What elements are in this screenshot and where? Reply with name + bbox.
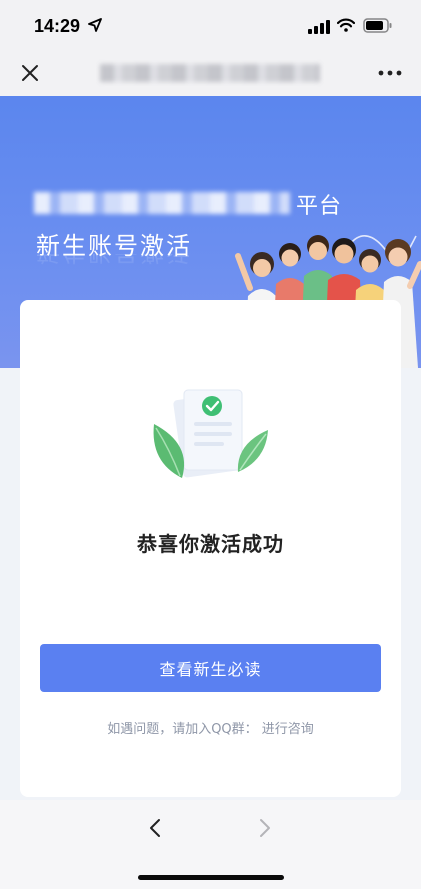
more-icon[interactable] bbox=[378, 70, 402, 76]
nav-title-redacted bbox=[100, 64, 320, 82]
banner-title-reflection: 新生账号激活 bbox=[36, 254, 192, 272]
banner-org-name-redacted bbox=[34, 192, 290, 214]
view-freshman-guide-button[interactable]: 查看新生必读 bbox=[40, 644, 381, 692]
status-bar: 14:29 bbox=[0, 0, 421, 50]
signal-icon bbox=[308, 20, 330, 34]
wifi-icon bbox=[337, 18, 355, 32]
close-icon[interactable] bbox=[20, 63, 40, 83]
help-prefix: 如遇问题，请加入QQ群： bbox=[107, 722, 258, 737]
location-arrow-icon bbox=[88, 18, 102, 32]
battery-icon bbox=[363, 18, 392, 33]
consult-link[interactable]: 进行咨询 bbox=[262, 722, 314, 737]
forward-icon[interactable] bbox=[256, 818, 274, 838]
help-text: 如遇问题，请加入QQ群： 进行咨询 bbox=[20, 718, 401, 737]
success-message: 恭喜你激活成功 bbox=[137, 532, 284, 556]
back-icon[interactable] bbox=[146, 818, 164, 838]
home-indicator bbox=[138, 875, 284, 880]
webview-nav-bar bbox=[0, 50, 421, 96]
result-card: 恭喜你激活成功 查看新生必读 如遇问题，请加入QQ群： 进行咨询 bbox=[20, 300, 401, 797]
status-time: 14:29 bbox=[34, 16, 81, 36]
success-document-icon bbox=[153, 389, 268, 478]
